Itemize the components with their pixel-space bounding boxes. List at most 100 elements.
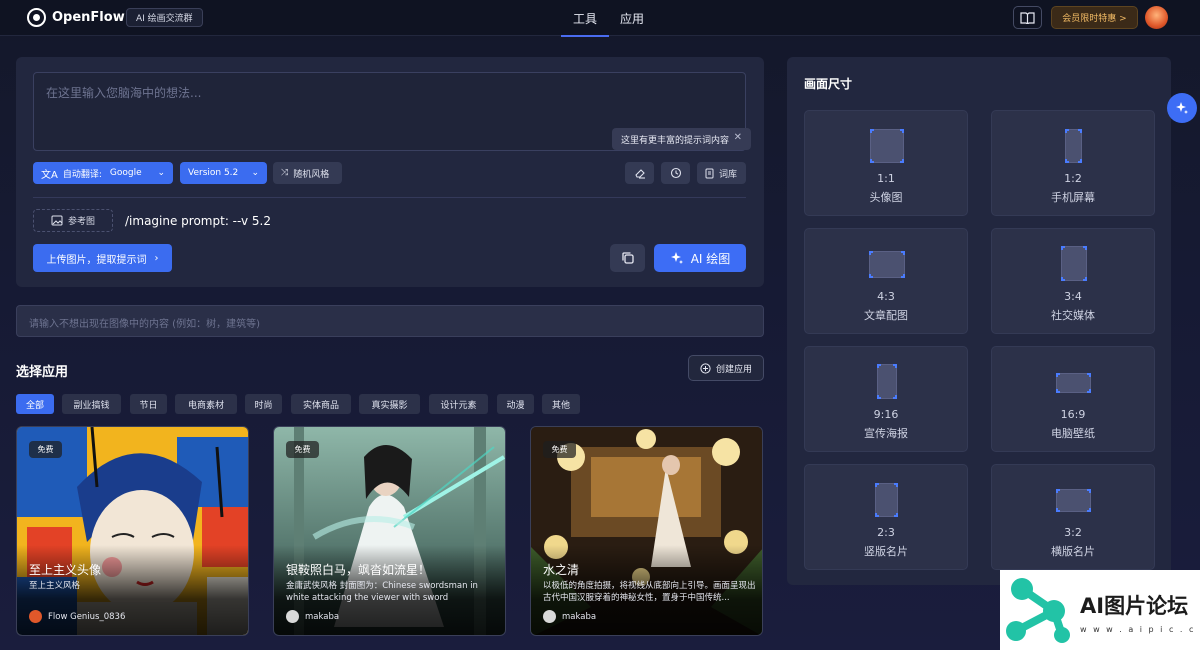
logo-text: OpenFlow bbox=[52, 10, 125, 25]
ratio-option-3-2[interactable]: 3:2 横版名片 bbox=[991, 464, 1155, 570]
divider bbox=[33, 197, 746, 198]
ratio-label: 3:4 bbox=[1064, 290, 1082, 303]
tab-tools[interactable]: 工具 bbox=[560, 10, 610, 37]
category-anime[interactable]: 动漫 bbox=[497, 394, 534, 414]
book-icon bbox=[1020, 11, 1035, 24]
book-icon bbox=[705, 168, 714, 178]
copy-icon bbox=[621, 252, 634, 264]
free-badge: 免费 bbox=[543, 441, 576, 458]
shuffle-icon: ⤨ bbox=[281, 168, 289, 178]
user-avatar[interactable] bbox=[1145, 6, 1168, 29]
ratio-preview bbox=[1056, 373, 1091, 393]
ratio-label: 1:1 bbox=[877, 172, 895, 185]
history-button[interactable] bbox=[661, 162, 690, 184]
group-chat-button[interactable]: AI 绘画交流群 bbox=[126, 8, 203, 27]
ratio-label: 16:9 bbox=[1060, 408, 1086, 421]
vip-promo-button[interactable]: 会员限时特惠 > bbox=[1051, 6, 1138, 29]
tab-apps[interactable]: 应用 bbox=[620, 10, 644, 27]
floating-assistant-button[interactable] bbox=[1167, 93, 1197, 123]
negative-prompt-input[interactable]: 请输入不想出现在图像中的内容 (例如：树，建筑等) bbox=[16, 305, 764, 337]
random-style-button[interactable]: ⤨ 随机风格 bbox=[273, 162, 342, 184]
prompt-panel: 在这里输入您脑海中的想法... 这里有更丰富的提示词内容 ✕ 文A 自动翻译: … bbox=[16, 57, 764, 287]
ratio-preview bbox=[875, 483, 898, 517]
ratio-name: 社交媒体 bbox=[1051, 309, 1095, 322]
author-name: makaba bbox=[562, 611, 597, 622]
ratio-preview bbox=[877, 364, 897, 399]
author-avatar bbox=[543, 610, 556, 623]
upload-label: 上传图片，提取提示词 bbox=[46, 254, 147, 266]
command-text: /imagine prompt: --v 5.2 bbox=[125, 214, 272, 228]
upload-extract-button[interactable]: 上传图片，提取提示词 › bbox=[33, 244, 172, 272]
version-select[interactable]: Version 5.2 ⌄ bbox=[180, 162, 267, 184]
category-all[interactable]: 全部 bbox=[16, 394, 54, 414]
copy-button[interactable] bbox=[610, 244, 645, 272]
eraser-icon bbox=[634, 169, 645, 179]
app-card[interactable]: 免费 银鞍照白马，飒沓如流星！ 金庸武侠风格 封面图为：Chinese swor… bbox=[273, 426, 506, 636]
ratio-preview bbox=[1056, 489, 1091, 512]
ratio-preview bbox=[869, 251, 905, 278]
plus-circle-icon bbox=[700, 362, 711, 374]
watermark-text: AI图片论坛 bbox=[1080, 594, 1189, 618]
prompt-tooltip: 这里有更丰富的提示词内容 ✕ bbox=[612, 128, 751, 150]
category-products[interactable]: 实体商品 bbox=[291, 394, 351, 414]
ratio-option-2-3[interactable]: 2:3 竖版名片 bbox=[804, 464, 968, 570]
ratio-label: 9:16 bbox=[873, 408, 899, 421]
author-name: makaba bbox=[305, 611, 340, 622]
ratio-label: 4:3 bbox=[877, 290, 895, 303]
ratio-name: 竖版名片 bbox=[864, 545, 908, 558]
watermark-logo-icon bbox=[1006, 578, 1070, 643]
card-title: 至上主义头像 bbox=[29, 563, 102, 577]
tooltip-text: 这里有更丰富的提示词内容 bbox=[621, 135, 730, 146]
ratio-name: 手机屏幕 bbox=[1051, 191, 1095, 204]
chevron-right-icon: › bbox=[154, 252, 159, 264]
close-icon[interactable]: ✕ bbox=[734, 132, 742, 143]
image-icon bbox=[51, 215, 63, 226]
app-card[interactable]: 免费 至上主义头像 至上主义风格 Flow Genius_0836 bbox=[16, 426, 249, 636]
ratio-name: 宣传海报 bbox=[864, 427, 908, 440]
logo[interactable]: OpenFlow bbox=[27, 8, 125, 27]
ratio-option-1-1[interactable]: 1:1 头像图 bbox=[804, 110, 968, 216]
reference-image-button[interactable]: 参考图 bbox=[33, 209, 113, 232]
ai-draw-label: AI 绘图 bbox=[690, 251, 731, 266]
random-style-label: 随机风格 bbox=[293, 169, 330, 180]
category-side-hustle[interactable]: 副业搞钱 bbox=[62, 394, 121, 414]
apps-section-title: 选择应用 bbox=[16, 365, 69, 380]
create-app-label: 创建应用 bbox=[715, 364, 752, 375]
card-description: 金庸武侠风格 封面图为：Chinese swordsman in white a… bbox=[286, 581, 478, 603]
category-design[interactable]: 设计元素 bbox=[429, 394, 488, 414]
ratio-name: 文章配图 bbox=[864, 309, 908, 322]
ratio-option-4-3[interactable]: 4:3 文章配图 bbox=[804, 228, 968, 334]
category-ecommerce[interactable]: 电商素材 bbox=[175, 394, 237, 414]
library-button[interactable]: 词库 bbox=[697, 162, 746, 184]
ratio-preview bbox=[1061, 246, 1087, 281]
category-other[interactable]: 其他 bbox=[542, 394, 580, 414]
ratio-label: 1:2 bbox=[1064, 172, 1082, 185]
watermark-url: w w w . a i p i c . c c bbox=[1080, 625, 1200, 634]
chevron-down-icon: ⌄ bbox=[157, 168, 165, 178]
category-photography[interactable]: 真实摄影 bbox=[359, 394, 420, 414]
author-name: Flow Genius_0836 bbox=[48, 611, 126, 622]
sparkle-icon bbox=[1176, 102, 1188, 114]
book-button[interactable] bbox=[1013, 6, 1042, 29]
ratio-name: 电脑壁纸 bbox=[1051, 427, 1095, 440]
app-card[interactable]: 免费 水之清 以极低的角度拍摄，将视线从底部向上引导。画面呈现出古代中国汉服穿着… bbox=[530, 426, 763, 636]
category-festival[interactable]: 节日 bbox=[130, 394, 167, 414]
ratio-option-1-2[interactable]: 1:2 手机屏幕 bbox=[991, 110, 1155, 216]
translate-select[interactable]: 文A 自动翻译: Google ⌄ bbox=[33, 162, 173, 184]
ratio-option-9-16[interactable]: 9:16 宣传海报 bbox=[804, 346, 968, 452]
ai-draw-button[interactable]: AI 绘图 bbox=[654, 244, 746, 272]
translate-icon: 文A bbox=[41, 169, 58, 181]
ratio-name: 头像图 bbox=[869, 191, 903, 204]
ratio-preview bbox=[870, 129, 904, 163]
category-fashion[interactable]: 时尚 bbox=[245, 394, 282, 414]
free-badge: 免费 bbox=[286, 441, 319, 458]
eraser-button[interactable] bbox=[625, 162, 654, 184]
create-app-button[interactable]: 创建应用 bbox=[688, 355, 764, 381]
ratio-option-16-9[interactable]: 16:9 电脑壁纸 bbox=[991, 346, 1155, 452]
library-label: 词库 bbox=[719, 169, 738, 180]
top-nav-bar: OpenFlow AI 绘画交流群 工具 应用 会员限时特惠 > bbox=[0, 0, 1200, 37]
ratio-label: 2:3 bbox=[877, 526, 895, 539]
author-avatar bbox=[286, 610, 299, 623]
chevron-down-icon: ⌄ bbox=[251, 168, 259, 178]
ratio-option-3-4[interactable]: 3:4 社交媒体 bbox=[991, 228, 1155, 334]
